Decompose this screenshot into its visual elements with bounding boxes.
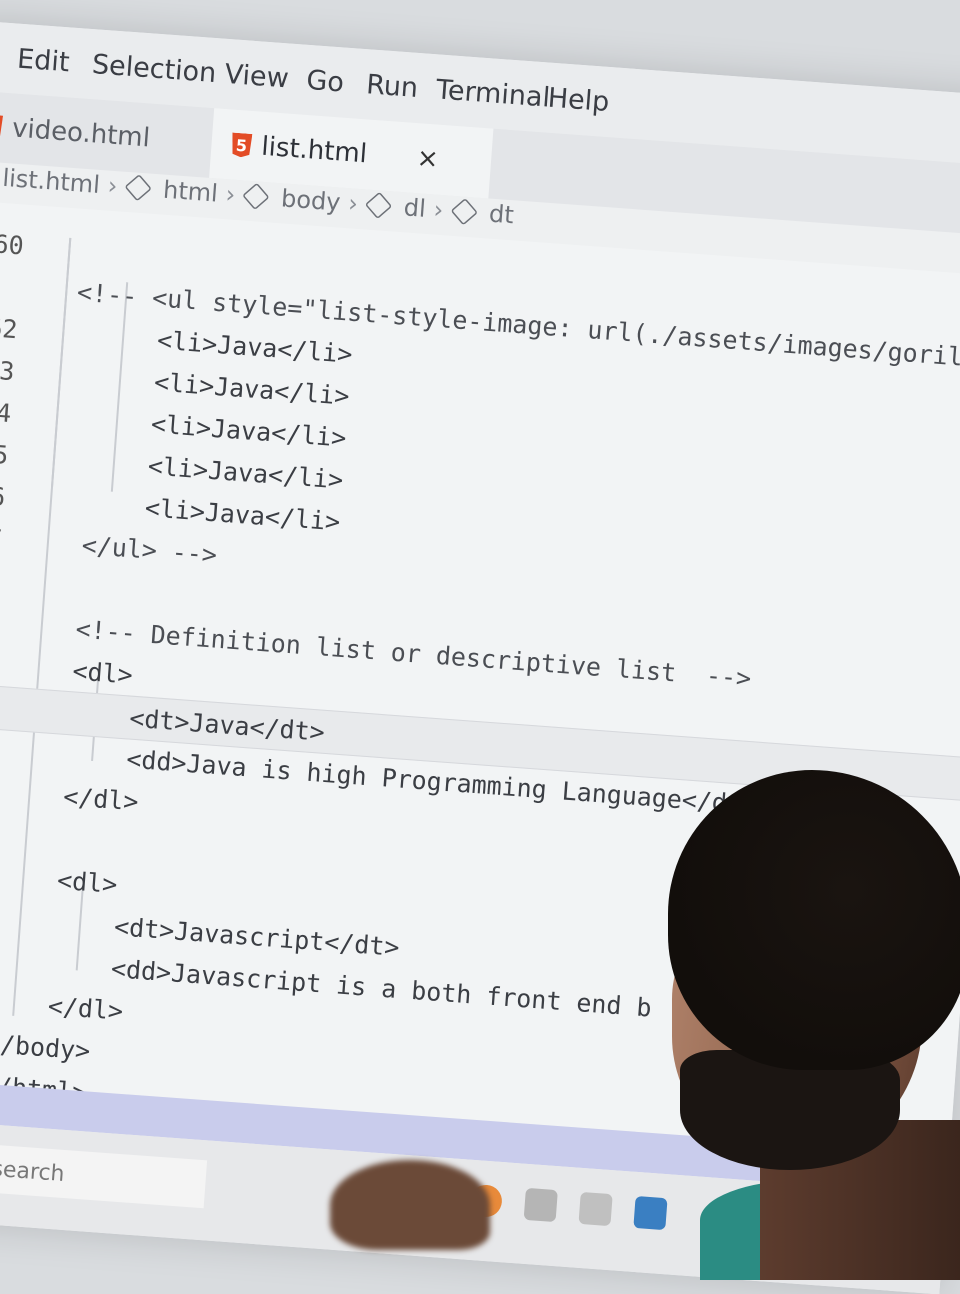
line-number: 66 [0,480,7,512]
chevron-right-icon: › [224,180,237,209]
menu-selection[interactable]: Selection [91,49,217,89]
element-icon [365,191,393,220]
download-icon[interactable] [578,1191,613,1227]
line-number: 67 [0,522,4,554]
line-number: 64 [0,396,13,428]
menu-terminal[interactable]: Terminal [435,74,551,113]
code-text: <dl> [71,655,134,690]
element-icon [124,174,153,202]
monitor-icon[interactable] [523,1187,558,1223]
menu-help[interactable]: Help [547,83,611,118]
html5-icon: 5 [0,114,3,139]
code-text: <dl> [56,865,119,899]
element-icon [450,197,478,226]
taskbar-search-input[interactable]: here to search [0,1136,208,1209]
person-hair [668,770,960,1070]
chevron-right-icon: › [106,171,119,201]
vscode-icon[interactable] [633,1195,668,1231]
code-text: </dl> [46,990,125,1026]
tab-label: list.html [260,131,369,170]
element-icon [242,182,271,211]
menu-run[interactable]: Run [365,69,419,104]
line-number: 63 [0,354,16,386]
menu-view[interactable]: View [224,59,290,95]
line-number: 68 [0,561,20,597]
code-text: </dl> [62,781,140,816]
line-number: 65 [0,438,10,470]
hand-blur [330,1160,490,1250]
chevron-right-icon: › [347,189,360,218]
line-number: 74 [0,812,2,848]
line-number: 60 [0,228,25,260]
menu-edit[interactable]: Edit [16,44,70,79]
chevron-right-icon: › [432,195,445,225]
code-text: </body> [0,1028,92,1066]
breadcrumb-dl[interactable]: dl [403,193,427,223]
menu-go[interactable]: Go [305,65,345,99]
html5-icon: 5 [231,133,253,158]
breadcrumb-html[interactable]: html [162,176,219,208]
breadcrumb-dt[interactable]: dt [488,200,515,230]
close-tab-icon[interactable]: × [416,143,440,175]
breadcrumb-file[interactable]: list.html [2,164,101,199]
tab-label: video.html [11,113,151,154]
line-number: 62 [0,312,19,344]
breadcrumb-body[interactable]: body [280,184,341,216]
